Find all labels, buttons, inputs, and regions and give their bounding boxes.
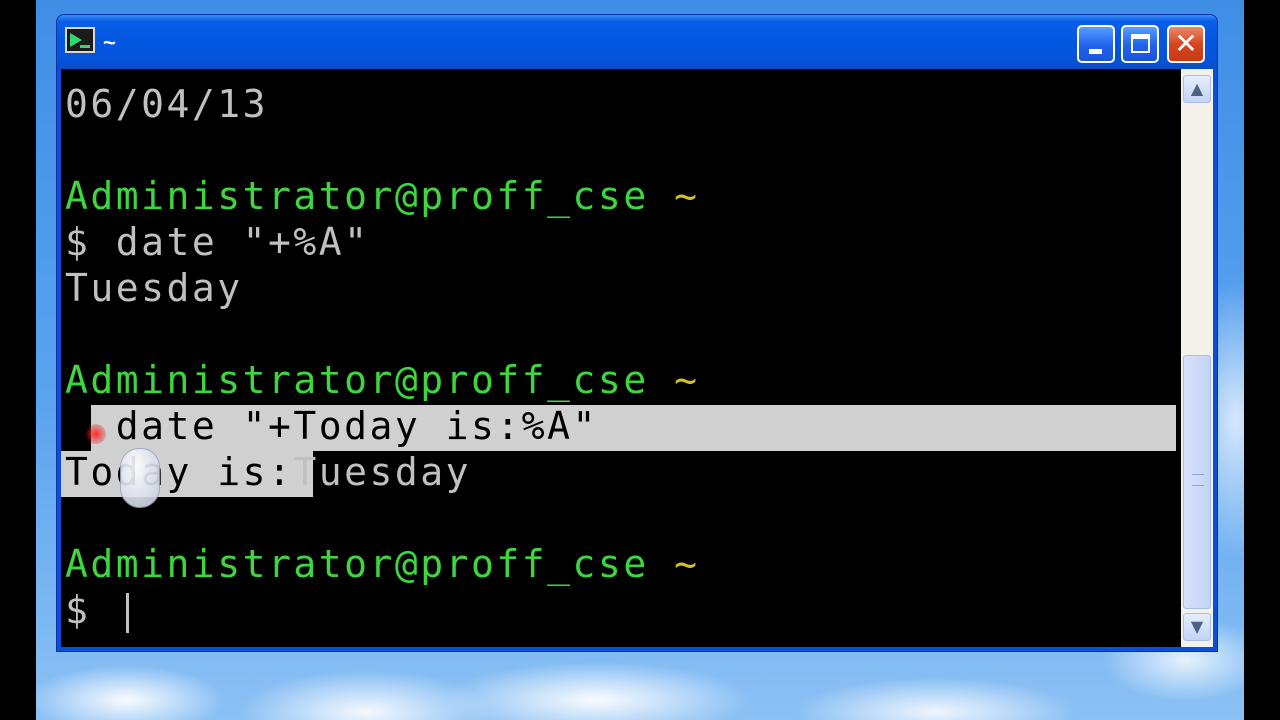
minimize-button[interactable] [1077,25,1115,63]
title-bar[interactable]: ~ ✕ [57,15,1217,69]
prompt-user: Administrator@proff_cse [65,174,649,218]
terminal-output[interactable]: 06/04/13 Administrator@proff_cse ~ $ dat… [61,69,1181,647]
prompt-line: Administrator@proff_cse ~ [65,541,699,587]
terminal-app-icon[interactable] [65,27,95,53]
prompt-symbol: $ [65,588,116,632]
terminal-window: ~ ✕ 06/04/13 Administrator@proff_cse ~ $… [56,14,1218,652]
prompt-user: Administrator@proff_cse [65,542,649,586]
text-cursor [125,592,129,633]
prompt-directory: ~ [674,358,700,402]
prompt-line: Administrator@proff_cse ~ [65,173,699,219]
selected-text: Today is: [65,450,294,494]
minimize-icon [1089,49,1102,54]
command-line: $ date "+Today is:%A" [65,404,598,448]
prompt-directory: ~ [674,174,700,218]
input-line[interactable]: $ [65,587,129,633]
maximize-button[interactable] [1121,25,1159,63]
grip-icon [1192,474,1204,486]
maximize-icon [1131,34,1150,53]
prompt-directory: ~ [674,542,700,586]
output-line: Tuesday [65,266,243,310]
prompt-user: Administrator@proff_cse [65,358,649,402]
scroll-up-button[interactable]: ▲ [1183,75,1211,103]
close-button[interactable]: ✕ [1167,25,1205,63]
click-indicator [86,424,106,444]
output-text: Tuesday [293,450,472,494]
prompt-line: Administrator@proff_cse ~ [65,357,699,403]
scrollbar-thumb[interactable] [1183,355,1211,609]
scroll-down-button[interactable]: ▼ [1183,613,1211,641]
command-line: $ date "+%A" [65,220,370,264]
close-icon: ✕ [1174,27,1198,60]
mouse-icon [120,448,160,508]
output-line: 06/04/13 [65,82,269,126]
vertical-scrollbar[interactable]: ▲ ▼ [1181,69,1213,647]
window-title: ~ [103,30,116,55]
